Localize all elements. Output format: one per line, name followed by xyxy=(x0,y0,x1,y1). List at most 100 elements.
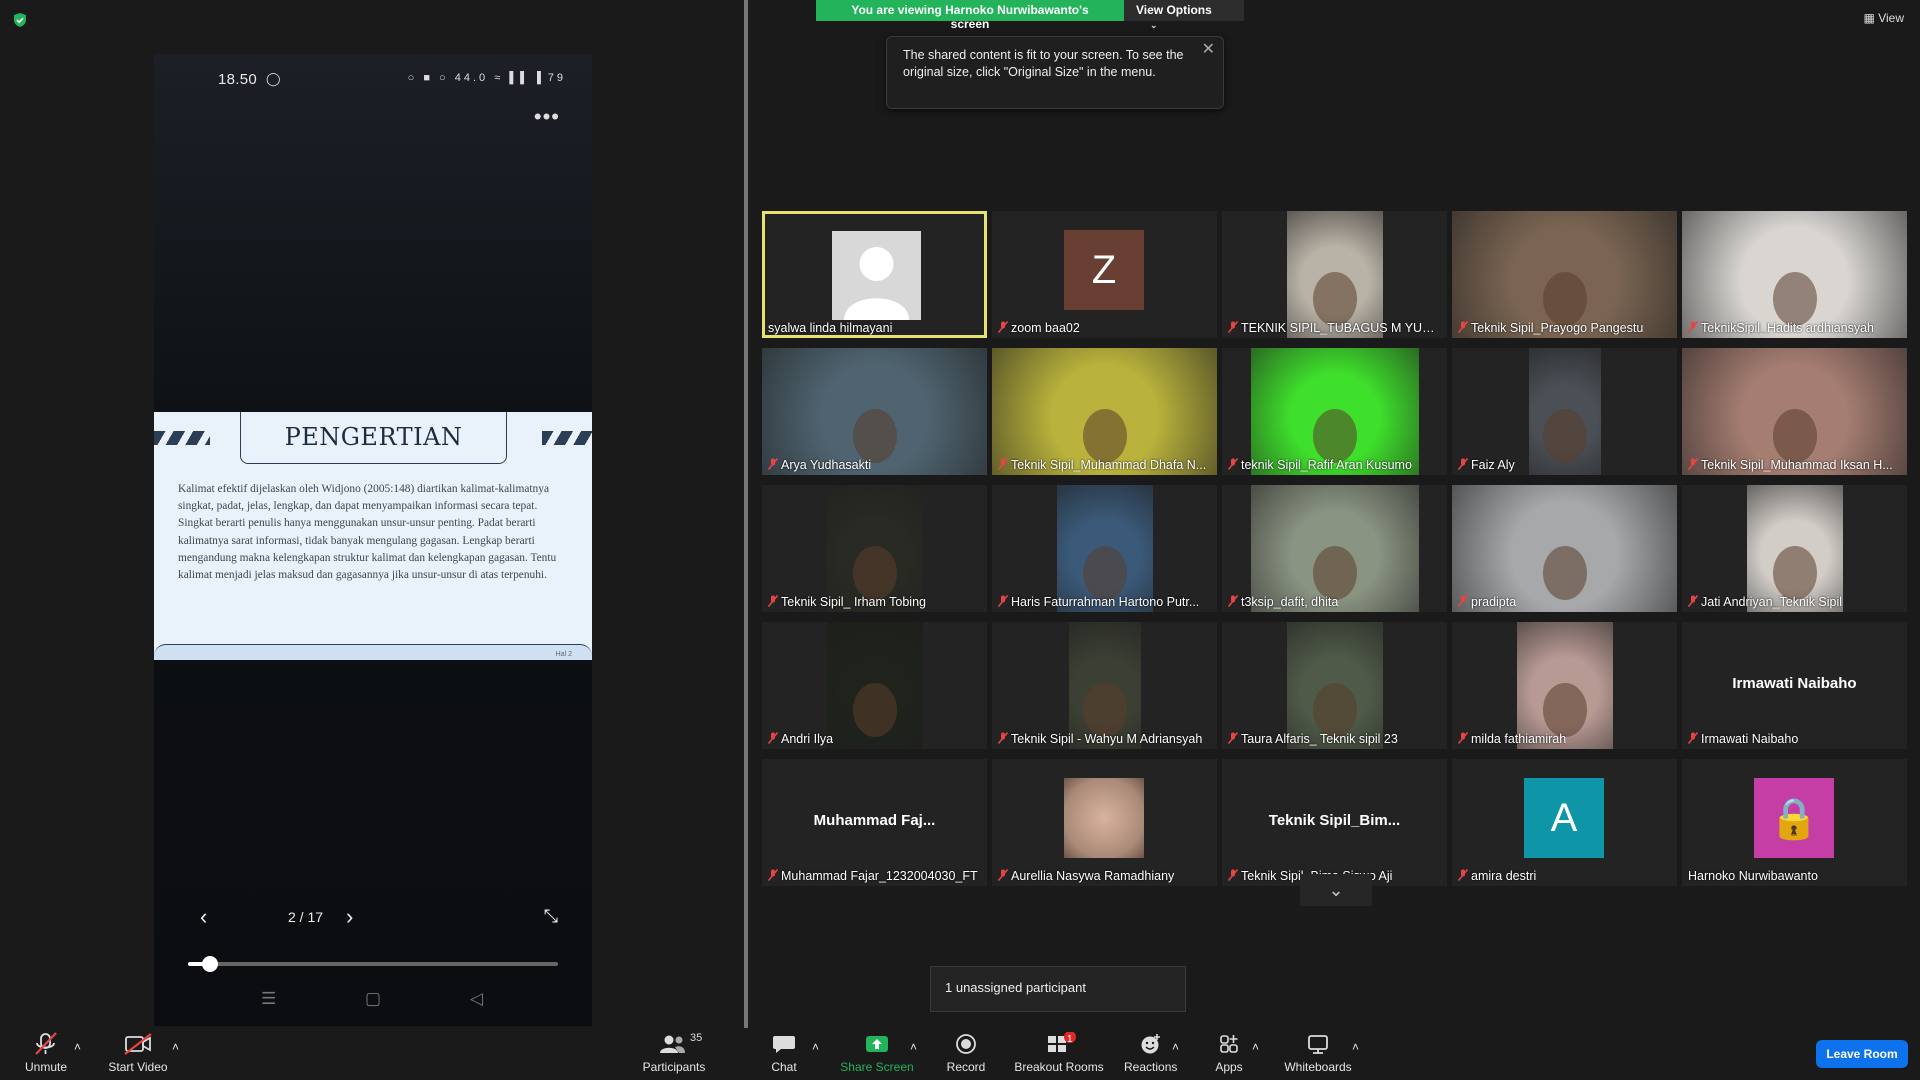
participant-tile[interactable]: TeknikSipil_Hadits ardhiansyah xyxy=(1682,211,1907,338)
security-shield-icon[interactable] xyxy=(12,12,28,28)
participant-tile[interactable]: Teknik Sipil_Muhammad Iksan H... xyxy=(1682,348,1907,475)
mic-muted-icon xyxy=(1228,321,1239,335)
tooltip-text: The shared content is fit to your screen… xyxy=(903,48,1184,79)
chevron-down-icon[interactable]: ⌄ xyxy=(1300,874,1372,906)
participant-tile[interactable]: syalwa linda hilmayani xyxy=(762,211,987,338)
participant-name-text: Teknik Sipil_Muhammad Iksan H... xyxy=(1701,458,1893,472)
recent-apps-icon[interactable]: ☰ xyxy=(261,989,276,1009)
participant-name-text: zoom baa02 xyxy=(1011,321,1080,335)
participants-button[interactable]: 35 Participants xyxy=(642,1032,706,1074)
zoom-window: 18.50 ◯ ○ ■ ○ 44.0 ≈ ▌▌ ▌79 ••• PENGERTI… xyxy=(0,0,1920,1080)
participant-silhouette xyxy=(852,682,897,737)
participant-name: syalwa linda hilmayani xyxy=(768,321,892,335)
mic-muted-icon xyxy=(1458,595,1469,609)
participant-name: Teknik Sipil_Muhammad Dhafa N... xyxy=(998,458,1206,472)
whiteboard-icon xyxy=(1308,1035,1328,1054)
participant-tile[interactable]: Irmawati Naibaho Irmawati Naibaho xyxy=(1682,622,1907,749)
start-video-button[interactable]: Start Video xyxy=(106,1032,170,1074)
participant-tile[interactable]: Haris Faturrahman Hartono Putr... xyxy=(992,485,1217,612)
participant-tile[interactable]: pradipta xyxy=(1452,485,1677,612)
participant-video xyxy=(992,348,1217,475)
phone-screen: 18.50 ◯ ○ ■ ○ 44.0 ≈ ▌▌ ▌79 ••• PENGERTI… xyxy=(154,54,592,1026)
participant-tile[interactable]: Jati Andriyan_Teknik Sipil xyxy=(1682,485,1907,612)
unmute-button[interactable]: Unmute xyxy=(20,1032,72,1074)
participant-tile[interactable]: Teknik Sipil_ Irham Tobing xyxy=(762,485,987,612)
video-options-caret-icon[interactable]: ˄ xyxy=(172,1040,179,1054)
reactions-button[interactable]: Reactions xyxy=(1124,1032,1177,1074)
slide-body-text: Kalimat efektif dijelaskan oleh Widjono … xyxy=(178,483,557,582)
record-button[interactable]: Record xyxy=(944,1032,988,1074)
viewing-screen-label: You are viewing Harnoko Nurwibawanto's s… xyxy=(816,0,1124,31)
participant-tile[interactable]: Teknik Sipil_Muhammad Dhafa N... xyxy=(992,348,1217,475)
participant-name-text: Harnoko Nurwibawanto xyxy=(1688,869,1818,883)
participant-tile[interactable]: Zzoom baa02 xyxy=(992,211,1217,338)
participants-label: Participants xyxy=(642,1060,706,1074)
participant-name: Teknik Sipil_ Irham Tobing xyxy=(768,595,926,609)
participant-tile[interactable]: TEKNIK SIPIL_TUBAGUS M YUSU... xyxy=(1222,211,1447,338)
mic-muted-icon xyxy=(1688,321,1699,335)
participant-name-text: Haris Faturrahman Hartono Putr... xyxy=(1011,595,1200,609)
more-options-icon[interactable]: ••• xyxy=(534,106,560,128)
participant-silhouette xyxy=(1082,682,1127,737)
participant-name: Irmawati Naibaho xyxy=(1688,732,1798,746)
participant-tile[interactable]: teknik Sipil_Rafif Aran Kusumo xyxy=(1222,348,1447,475)
participant-name: Teknik Sipil_Prayogo Pangestu xyxy=(1458,321,1643,335)
slide-decoration xyxy=(542,431,592,445)
participant-tile[interactable]: 🔒 Harnoko Nurwibawanto xyxy=(1682,759,1907,886)
mic-muted-icon xyxy=(998,321,1009,335)
apps-label: Apps xyxy=(1215,1060,1243,1074)
apps-options-caret-icon[interactable]: ˄ xyxy=(1252,1040,1259,1054)
page-slider[interactable] xyxy=(188,956,558,972)
audio-options-caret-icon[interactable]: ˄ xyxy=(74,1040,81,1054)
view-options-button[interactable]: View Options ⌄ xyxy=(1124,0,1244,30)
participant-tile[interactable]: Arya Yudhasakti xyxy=(762,348,987,475)
participant-video xyxy=(1682,348,1907,475)
next-page-icon[interactable]: › xyxy=(346,904,353,930)
default-avatar-icon xyxy=(832,231,921,320)
reactions-options-caret-icon[interactable]: ˄ xyxy=(1172,1040,1179,1054)
apps-button[interactable]: Apps xyxy=(1214,1032,1244,1074)
view-button[interactable]: ▦ View xyxy=(1864,11,1904,25)
home-icon[interactable]: ▢ xyxy=(365,989,381,1009)
participant-tile[interactable]: Muhammad Faj... Muhammad Fajar_1232004030… xyxy=(762,759,987,886)
participant-tile[interactable]: t3ksip_dafit, dhita xyxy=(1222,485,1447,612)
breakout-rooms-badge: 1 xyxy=(1067,1034,1073,1045)
participant-name: Jati Andriyan_Teknik Sipil xyxy=(1688,595,1842,609)
participant-tile[interactable]: milda fathiamirah xyxy=(1452,622,1677,749)
participant-tile[interactable]: Aurellia Nasywa Ramadhiany xyxy=(992,759,1217,886)
participant-tile[interactable]: Faiz Aly xyxy=(1452,348,1677,475)
mic-muted-icon xyxy=(998,595,1009,609)
participant-tile[interactable]: Aamira destri xyxy=(1452,759,1677,886)
participant-name: Faiz Aly xyxy=(1458,458,1515,472)
back-icon[interactable]: ◁ xyxy=(470,989,483,1009)
chat-button[interactable]: Chat xyxy=(766,1032,802,1074)
participant-name-text: Faiz Aly xyxy=(1471,458,1515,472)
mic-muted-icon xyxy=(1458,321,1469,335)
unassigned-participant-notice[interactable]: 1 unassigned participant xyxy=(930,966,1186,1012)
previous-page-icon[interactable]: ‹ xyxy=(200,904,207,930)
leave-room-button[interactable]: Leave Room xyxy=(1816,1040,1908,1068)
participant-tile[interactable]: Teknik Sipil_Prayogo Pangestu xyxy=(1452,211,1677,338)
participant-silhouette xyxy=(1772,271,1817,326)
share-options-caret-icon[interactable]: ˄ xyxy=(910,1040,917,1054)
page-slider-handle[interactable] xyxy=(202,956,219,972)
participant-name-text: teknik Sipil_Rafif Aran Kusumo xyxy=(1241,458,1412,472)
participant-tile[interactable]: Teknik Sipil_Bim...Teknik Sipil_Bima Sis… xyxy=(1222,759,1447,886)
participant-name-text: syalwa linda hilmayani xyxy=(768,321,893,335)
participant-tile[interactable]: Taura Alfaris_ Teknik sipil 23 xyxy=(1222,622,1447,749)
close-icon[interactable]: ✕ xyxy=(1202,41,1215,58)
whiteboards-options-caret-icon[interactable]: ˄ xyxy=(1352,1040,1359,1054)
participant-name-text: milda fathiamirah xyxy=(1471,732,1567,746)
breakout-rooms-button[interactable]: 1 Breakout Rooms xyxy=(1012,1032,1106,1074)
participant-name-text: Aurellia Nasywa Ramadhiany xyxy=(1011,869,1175,883)
whiteboards-button[interactable]: Whiteboards xyxy=(1282,1032,1354,1074)
slide-title-box: PENGERTIAN xyxy=(240,412,507,464)
chat-options-caret-icon[interactable]: ˄ xyxy=(812,1040,819,1054)
participant-tile[interactable]: Andri Ilya xyxy=(762,622,987,749)
participant-silhouette xyxy=(1312,408,1357,463)
share-screen-button[interactable]: Share Screen xyxy=(840,1032,914,1074)
participant-tile[interactable]: Teknik Sipil - Wahyu M Adriansyah xyxy=(992,622,1217,749)
exit-fullscreen-icon[interactable]: ⤡ xyxy=(544,906,558,927)
participant-video xyxy=(1746,485,1843,612)
participant-display-name: Teknik Sipil_Bim... xyxy=(1268,812,1401,829)
